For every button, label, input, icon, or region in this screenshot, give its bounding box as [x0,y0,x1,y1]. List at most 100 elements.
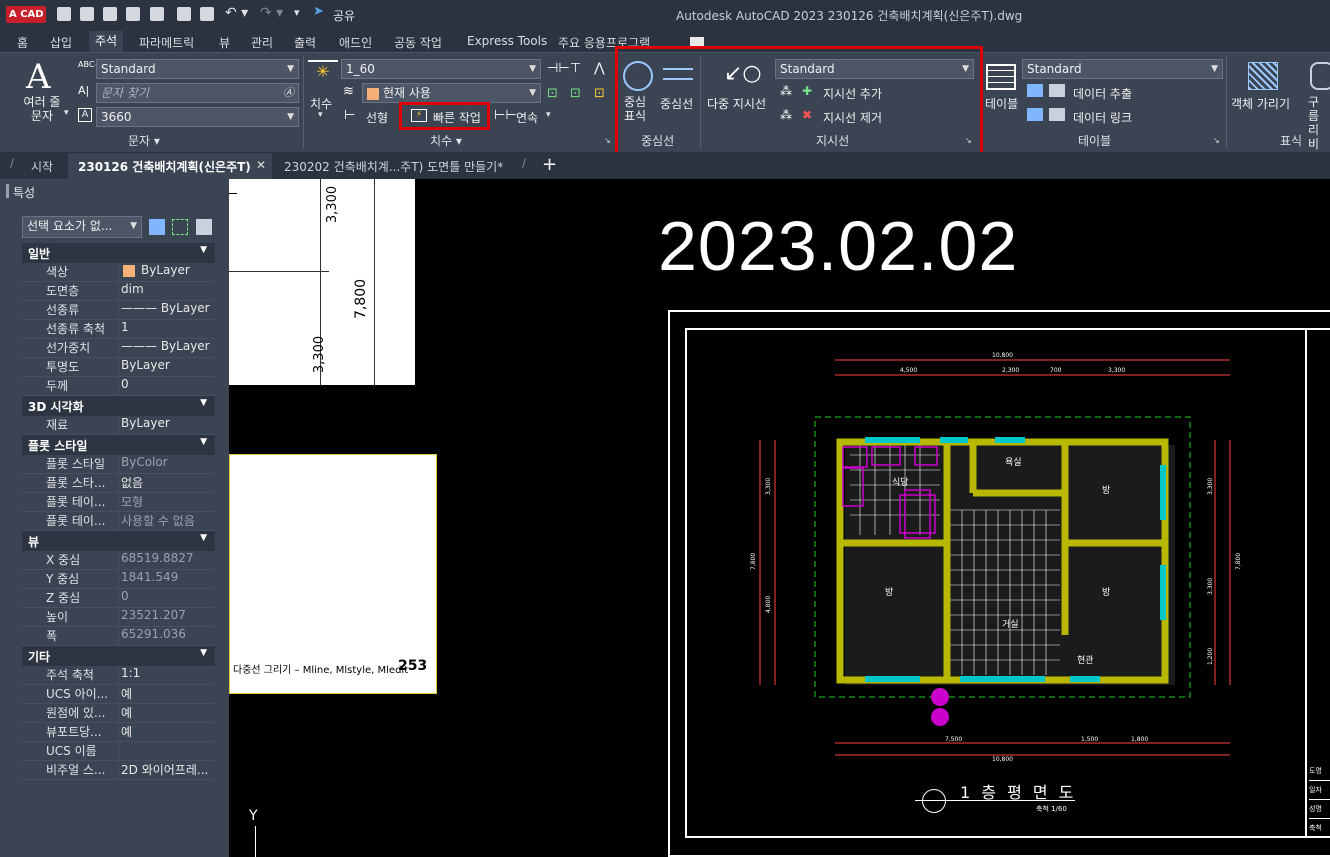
share-button[interactable]: 공유 [333,7,355,24]
property-section-header[interactable]: 뷰 ▼ [22,531,215,551]
panel-title-text[interactable]: 문자 ▾ [128,132,160,149]
web-open-icon[interactable] [150,7,164,21]
property-row[interactable]: 도면층 dim [22,282,215,301]
dim-inspect-icon[interactable]: ⊡ [547,86,558,101]
property-row[interactable]: 재료 ByLayer [22,416,215,435]
panel-title-dimension[interactable]: 치수 ▾ [430,132,462,149]
quick-select-icon[interactable] [196,219,212,235]
property-row[interactable]: 플롯 스타... 없음 [22,474,215,493]
centerline-icon[interactable] [663,68,693,80]
property-row[interactable]: 플롯 테이... 모형 [22,493,215,512]
open-folder-icon[interactable] [80,7,94,21]
save-as-icon[interactable] [126,7,140,21]
property-value[interactable]: 예 [118,723,215,741]
property-row[interactable]: 뷰포트당... 예 [22,723,215,742]
collapse-icon[interactable]: ▼ [200,437,207,447]
property-value[interactable]: 사용할 수 없음 [118,512,215,530]
data-link-button[interactable]: 데이터 링크 [1073,109,1132,126]
tab-home[interactable]: 홈 [17,34,28,51]
dim-style-select[interactable]: 1_60 ▼ [341,59,541,79]
property-row[interactable]: UCS 아이... 예 [22,685,215,704]
property-value[interactable]: dim [118,282,215,300]
text-height-select[interactable]: 3660 ▼ [96,107,299,127]
dimension-icon[interactable]: ✳ [308,60,338,92]
multiline-text-button[interactable]: 여러 줄 문자 [22,95,62,123]
undo-icon[interactable]: ↶ ▾ [225,5,248,21]
property-section-header[interactable]: 플롯 스타일 ▼ [22,435,215,455]
document-tab-2[interactable]: 230202 건축배치계...주T) 도면틀 만들기* [284,158,503,175]
property-row[interactable]: 선종류 축척 1 [22,320,215,339]
revision-cloud-icon[interactable] [1310,62,1330,90]
book-image-1[interactable]: 3,300 7,800 3,300 [229,179,415,385]
property-row[interactable]: 비주얼 스... 2D 와이어프레... [22,761,215,780]
property-value[interactable]: 1:1 [118,666,215,684]
date-text[interactable]: 2023.02.02 [658,206,1018,286]
tab-express-tools[interactable]: Express Tools [467,34,547,48]
continue-dim-button[interactable]: 연속 [516,109,538,126]
collapse-icon[interactable]: ▼ [200,245,207,255]
extract-data-button[interactable]: 데이터 추출 [1073,85,1132,102]
dim-jog-icon[interactable]: ⋀ [594,61,605,76]
property-value[interactable]: ——— ByLayer [118,301,215,319]
leader-panel-launcher-icon[interactable]: ↘ [965,136,972,145]
toggle-pickadd-icon[interactable] [149,219,165,235]
collapse-icon[interactable]: ▼ [200,648,207,658]
property-value[interactable]: 1841.549 [118,570,215,588]
new-file-icon[interactable] [57,7,71,21]
property-row[interactable]: 선종류 ——— ByLayer [22,301,215,320]
dimension-dropdown-icon[interactable]: ▾ [318,110,323,120]
property-row[interactable]: 투명도 ByLayer [22,358,215,377]
continue-dropdown-icon[interactable]: ▾ [546,110,551,120]
tab-parametric[interactable]: 파라메트릭 [139,34,194,51]
center-mark-button[interactable]: 중심 표식 [624,95,646,123]
property-row[interactable]: 높이 23521.207 [22,608,215,627]
property-value[interactable]: 모형 [118,493,215,511]
multileader-icon[interactable]: ↙○ [724,61,762,86]
linear-dim-button[interactable]: 선형 [366,109,388,126]
property-value[interactable]: 65291.036 [118,627,215,645]
app-menu-button[interactable]: A CAD [6,6,46,23]
property-value[interactable]: 2D 와이어프레... [118,761,215,779]
dim-layer-select[interactable]: 현재 사용 ▼ [362,83,541,103]
customize-toolbar-icon[interactable]: ▾ [294,6,300,19]
property-row[interactable]: 두께 0 [22,377,215,396]
property-row[interactable]: 원점에 있... 예 [22,704,215,723]
property-value[interactable]: 예 [118,685,215,703]
property-section-header[interactable]: 3D 시각화 ▼ [22,396,215,416]
center-mark-icon[interactable] [623,61,653,91]
select-objects-icon[interactable] [172,219,188,235]
tab-insert[interactable]: 삽입 [50,34,72,51]
dim-reassociate-icon[interactable]: ⊡ [594,86,605,101]
table-button[interactable]: 테이블 [985,95,1018,112]
tab-output[interactable]: 출력 [294,34,316,51]
property-row[interactable]: Z 중심 0 [22,589,215,608]
property-value[interactable]: ByLayer [118,263,215,281]
collect-leader-icon[interactable]: ⁂ [780,108,792,122]
quick-dim-button[interactable]: 빠른 작업 [433,109,481,126]
property-value[interactable]: ByColor [118,455,215,473]
property-row[interactable]: 플롯 스타일 ByColor [22,455,215,474]
dim-space-icon[interactable]: ⊤ [570,61,581,76]
remove-leader-button[interactable]: 지시선 제거 [823,109,882,126]
tab-annotate[interactable]: 주석 [89,31,124,52]
new-tab-button[interactable]: + [542,154,557,175]
revision-cloud-button[interactable]: 구름 리비 [1308,95,1330,151]
tab-addins[interactable]: 애드인 [339,34,372,51]
table-style-select[interactable]: Standard ▼ [1022,59,1223,79]
property-row[interactable]: 색상 ByLayer [22,263,215,282]
tab-manage[interactable]: 관리 [251,34,273,51]
property-row[interactable]: 선가중치 ——— ByLayer [22,339,215,358]
property-row[interactable]: 폭 65291.036 [22,627,215,646]
table-icon[interactable] [986,64,1016,90]
palette-grip[interactable] [6,184,9,198]
property-row[interactable]: X 중심 68519.8827 [22,551,215,570]
property-section-header[interactable]: 일반 ▼ [22,243,215,263]
centerline-button[interactable]: 중심선 [660,95,693,112]
dim-break-icon[interactable]: ⊣⊢ [547,61,570,76]
collapse-icon[interactable]: ▼ [200,398,207,408]
multiline-text-icon[interactable]: A [26,57,51,97]
find-text-input[interactable]: 문자 찾기 Ⓐ [96,83,299,103]
property-value[interactable]: 1 [118,320,215,338]
table-panel-launcher-icon[interactable]: ↘ [1213,136,1220,145]
tab-collaborate[interactable]: 공동 작업 [394,34,442,51]
